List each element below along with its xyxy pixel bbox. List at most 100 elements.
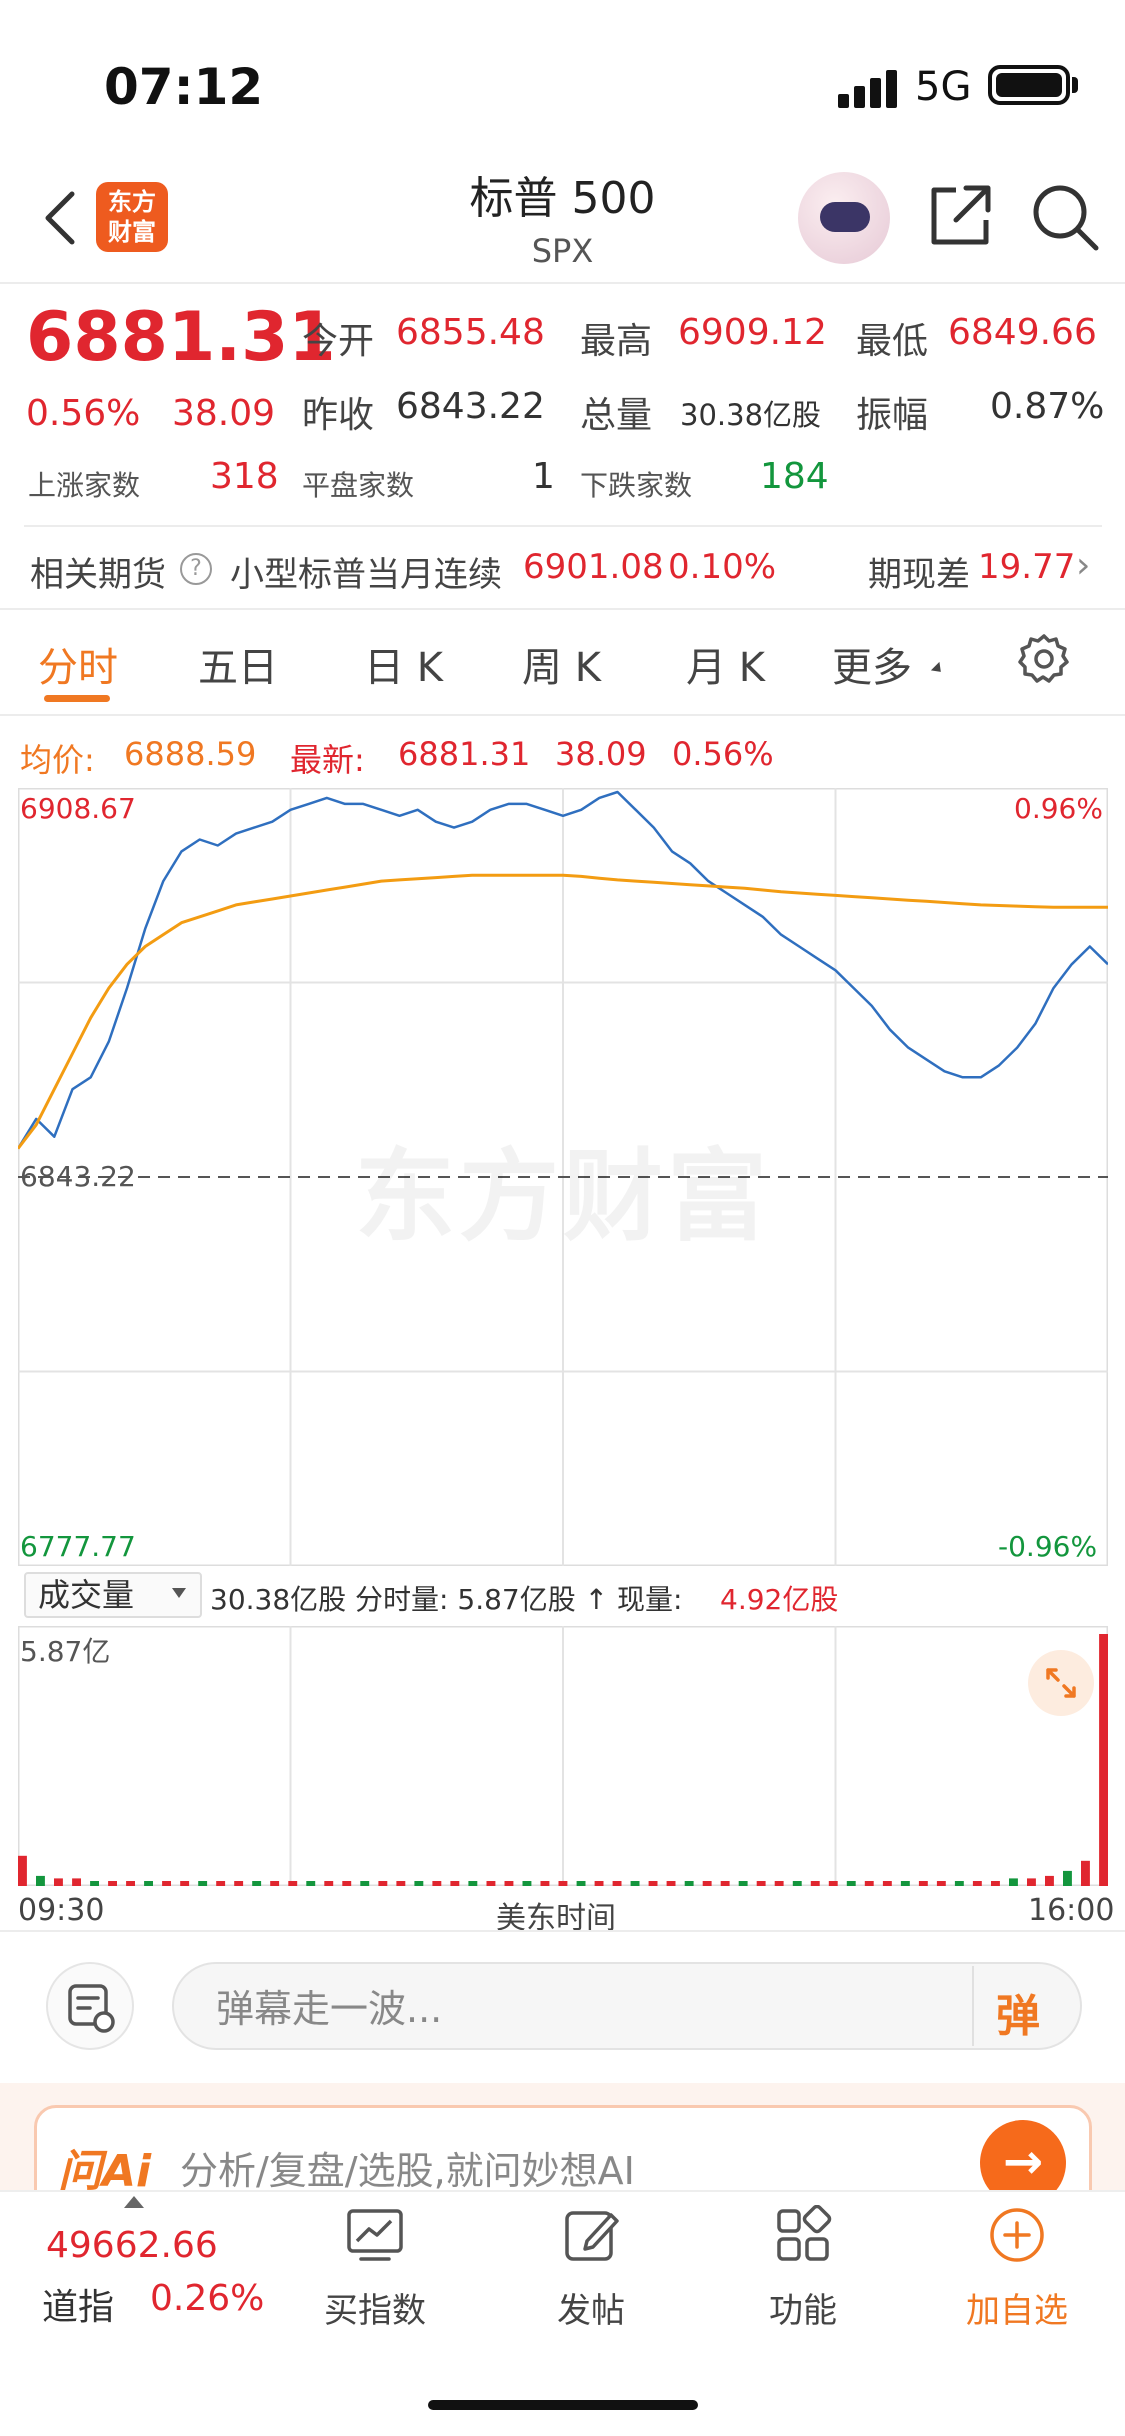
back-icon[interactable] — [40, 188, 80, 248]
dji-name[interactable]: 道指 — [42, 2278, 114, 2330]
volume-bar — [936, 1881, 946, 1886]
volume-bar — [108, 1881, 117, 1886]
volume-bar — [594, 1881, 604, 1886]
home-indicator — [428, 2400, 698, 2410]
tab-intraday[interactable]: 分时 — [38, 635, 118, 693]
danmaku-settings-icon[interactable] — [46, 1962, 134, 2050]
volume-bar — [180, 1881, 190, 1886]
advancers-value: 318 — [210, 456, 279, 497]
volume-bar — [1081, 1860, 1090, 1886]
tab-daily-k[interactable]: 日 K — [364, 635, 443, 693]
futures-price[interactable]: 6901.08 — [523, 547, 664, 587]
active-tab-indicator — [44, 695, 110, 702]
share-icon[interactable] — [926, 180, 996, 250]
volume-bar — [378, 1881, 388, 1886]
volume-bar — [396, 1881, 406, 1886]
volume-bar — [234, 1881, 244, 1886]
volume-value: 30.38亿股 — [680, 398, 822, 432]
futures-percent[interactable]: 0.10% — [668, 547, 776, 587]
signal-icon — [838, 68, 898, 108]
y-tick-pct-high: 0.96% — [1014, 792, 1103, 825]
volume-chart[interactable] — [18, 1626, 1108, 1886]
amplitude-label: 振幅 — [856, 395, 929, 436]
watermark: 东方财富 — [355, 1138, 771, 1255]
tab-monthly-k[interactable]: 月 K — [686, 635, 765, 693]
volume-bar — [144, 1881, 153, 1886]
volume-bar — [882, 1881, 892, 1886]
chart-bottom-divider — [0, 1930, 1125, 1932]
volume-bar — [36, 1875, 45, 1886]
advancers-label: 上涨家数 — [28, 469, 141, 502]
chevron-down-icon — [172, 1588, 186, 1598]
high-label: 最高 — [580, 321, 653, 362]
help-icon[interactable]: ? — [180, 553, 212, 585]
app-logo: 东方 财富 — [96, 182, 168, 252]
header-divider — [0, 282, 1125, 284]
search-icon[interactable] — [1028, 180, 1102, 254]
low-value: 6849.66 — [948, 312, 1097, 353]
caret-up-icon[interactable] — [124, 2196, 144, 2208]
volume-bar — [774, 1881, 784, 1886]
volume-bar — [648, 1881, 658, 1886]
latest-change: 38.09 — [555, 735, 647, 773]
volume-bar — [558, 1881, 568, 1886]
open-label: 今开 — [302, 321, 375, 362]
volume-bar — [306, 1881, 316, 1886]
volume-bar — [666, 1881, 676, 1886]
volume-bar — [162, 1881, 171, 1886]
settings-gear-icon[interactable] — [1018, 632, 1070, 684]
volume-bar — [216, 1881, 226, 1886]
nav-buy-index[interactable]: 买指数 — [300, 2205, 450, 2332]
unchanged-value: 1 — [532, 456, 555, 497]
avg-price-value: 6888.59 — [124, 735, 257, 773]
nav-functions[interactable]: 功能 — [728, 2204, 878, 2332]
volume-bar — [270, 1881, 280, 1886]
basis-label[interactable]: 期现差 — [868, 547, 970, 596]
volume-label: 总量 — [580, 395, 653, 436]
volume-bar — [1063, 1870, 1072, 1886]
nav-add-watchlist[interactable]: 加自选 — [942, 2205, 1092, 2332]
tab-five-day[interactable]: 五日 — [198, 635, 278, 693]
unchanged-label: 平盘家数 — [302, 469, 415, 502]
volume-bar — [756, 1881, 766, 1886]
volume-bar — [432, 1881, 442, 1886]
dji-percent[interactable]: 0.26% — [150, 2278, 264, 2319]
futures-name[interactable]: 小型标普当月连续 — [230, 547, 502, 596]
nav-label: 买指数 — [324, 2291, 426, 2331]
volume-bar — [720, 1881, 730, 1886]
chevron-right-icon[interactable]: › — [1076, 545, 1090, 586]
change-percent: 0.56% — [26, 393, 141, 434]
status-time: 07:12 — [104, 58, 264, 116]
decliners-label: 下跌家数 — [580, 469, 693, 502]
volume-bar — [504, 1881, 514, 1886]
dji-price[interactable]: 49662.66 — [46, 2225, 218, 2266]
chart-trend-icon — [347, 2209, 403, 2261]
prev-close-label: 昨收 — [302, 395, 375, 436]
volume-bar — [864, 1881, 874, 1886]
battery-nub — [1072, 77, 1078, 93]
volume-bar — [342, 1881, 352, 1886]
y-tick-low: 6777.77 — [20, 1530, 136, 1563]
volume-bar — [468, 1881, 478, 1886]
volume-bar — [828, 1881, 838, 1886]
volume-bar — [738, 1881, 748, 1886]
tabs-divider — [0, 714, 1125, 716]
basis-value[interactable]: 19.77 — [978, 547, 1075, 587]
volume-bar — [630, 1881, 640, 1886]
expand-icon[interactable] — [1028, 1650, 1094, 1716]
assistant-face — [820, 202, 870, 232]
tab-weekly-k[interactable]: 周 K — [522, 635, 601, 693]
open-value: 6855.48 — [396, 312, 545, 353]
volume-bar — [972, 1881, 982, 1886]
volume-bar — [198, 1881, 208, 1886]
tab-more[interactable]: 更多 — [832, 635, 912, 693]
volume-bar — [126, 1881, 135, 1886]
amplitude-value: 0.87% — [990, 386, 1105, 427]
volume-bar — [684, 1881, 694, 1886]
danmaku-placeholder: 弹幕走一波... — [216, 1987, 443, 2031]
nav-post[interactable]: 发帖 — [516, 2205, 666, 2332]
danmaku-toggle-button[interactable]: 弹 — [996, 1980, 1040, 2044]
volume-bar — [540, 1881, 550, 1886]
prev-close-value: 6843.22 — [396, 386, 545, 427]
y-tick-ref: 6843.22 — [20, 1160, 136, 1193]
